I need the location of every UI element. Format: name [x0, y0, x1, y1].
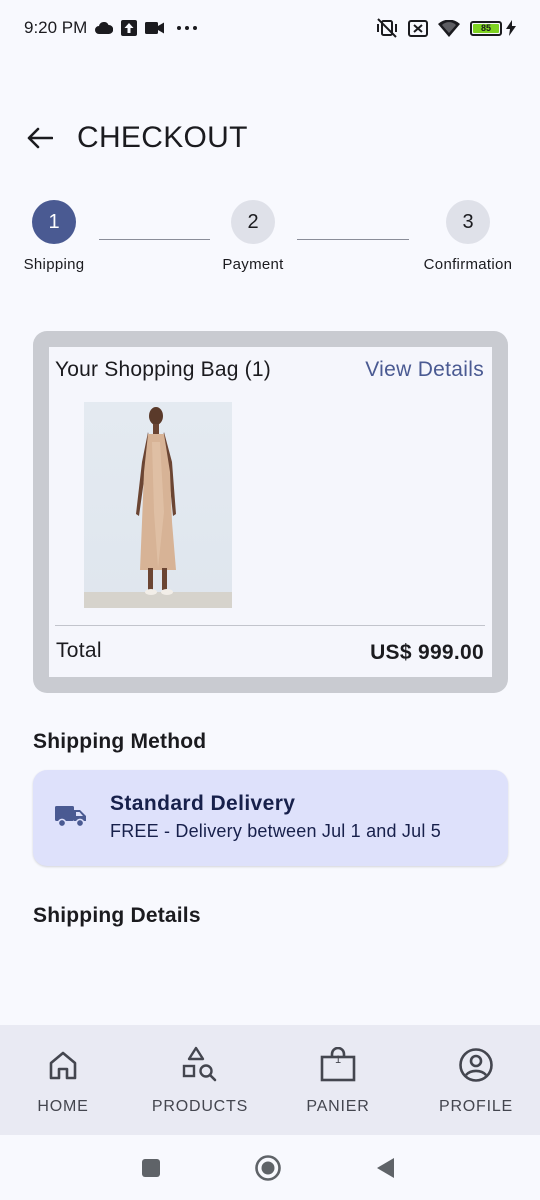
- view-details-link[interactable]: View Details: [365, 358, 484, 382]
- charging-icon: [506, 20, 516, 36]
- recents-button[interactable]: [136, 1153, 166, 1183]
- step-confirmation[interactable]: 3 Confirmation: [418, 200, 518, 273]
- shopping-bag-card: Your Shopping Bag (1) View Details Total…: [33, 331, 508, 693]
- nav-label: HOME: [37, 1098, 89, 1115]
- cart-badge: 1: [334, 1054, 342, 1066]
- step-number: 2: [231, 200, 275, 244]
- back-button-system[interactable]: [370, 1153, 400, 1183]
- status-time: 9:20 PM: [24, 18, 88, 37]
- status-bar: 9:20 PM 85: [0, 0, 540, 56]
- home-circle-icon: [255, 1155, 281, 1181]
- vibrate-off-icon: [377, 18, 397, 38]
- no-sim-icon: [408, 19, 428, 37]
- recents-square-icon: [142, 1159, 160, 1177]
- step-payment[interactable]: 2 Payment: [213, 200, 293, 273]
- step-number: 3: [446, 200, 490, 244]
- status-bar-left: 9:20 PM: [24, 18, 198, 38]
- nav-label: PRODUCTS: [151, 1098, 249, 1115]
- bottom-navigation: HOME PRODUCTS 1 PANIER PROFILE: [0, 1025, 540, 1135]
- step-shipping[interactable]: 1 Shipping: [20, 200, 88, 273]
- step-label: Payment: [222, 256, 284, 273]
- delivery-option-title: Standard Delivery: [110, 792, 296, 815]
- upload-icon: [121, 20, 138, 36]
- nav-panier[interactable]: 1 PANIER: [298, 1025, 378, 1135]
- status-bar-right: 85: [376, 18, 516, 38]
- app-header: CHECKOUT: [0, 108, 540, 168]
- standard-delivery-option[interactable]: Standard Delivery FREE - Delivery betwee…: [33, 770, 508, 866]
- total-label: Total: [56, 639, 102, 662]
- video-icon: [145, 22, 165, 34]
- step-label: Confirmation: [423, 256, 513, 273]
- checkout-stepper: 1 Shipping 2 Payment 3 Confirmation: [0, 200, 540, 280]
- shipping-details-title: Shipping Details: [33, 904, 201, 927]
- arrow-back-icon: [27, 127, 53, 149]
- wifi-icon: [438, 19, 460, 37]
- battery-level: 85: [473, 23, 499, 33]
- nav-label: PROFILE: [438, 1098, 514, 1115]
- bag-title: Your Shopping Bag (1): [55, 358, 271, 381]
- step-connector: [297, 239, 409, 240]
- nav-profile[interactable]: PROFILE: [436, 1025, 516, 1135]
- more-dots-icon: [177, 26, 198, 30]
- nav-home[interactable]: HOME: [23, 1025, 103, 1135]
- back-triangle-icon: [377, 1158, 394, 1178]
- shipping-method-title: Shipping Method: [33, 730, 207, 753]
- battery-icon: 85: [470, 20, 502, 36]
- total-value: US$ 999.00: [370, 641, 484, 664]
- account-circle-icon: [459, 1048, 493, 1082]
- delivery-option-subtitle: FREE - Delivery between Jul 1 and Jul 5: [110, 821, 441, 841]
- dress-product-image[interactable]: [84, 402, 232, 608]
- nav-products[interactable]: PRODUCTS: [150, 1025, 250, 1135]
- shapes-search-icon: [182, 1046, 217, 1082]
- home-button[interactable]: [253, 1153, 283, 1183]
- cloud-icon: [95, 22, 114, 34]
- step-label: Shipping: [23, 256, 85, 273]
- home-icon: [49, 1051, 77, 1080]
- step-connector: [99, 239, 210, 240]
- truck-icon: [55, 806, 86, 828]
- shopping-bag-content: Your Shopping Bag (1) View Details Total…: [49, 347, 492, 677]
- system-navigation-bar: [0, 1135, 540, 1200]
- back-button[interactable]: [22, 120, 58, 156]
- page-title: CHECKOUT: [77, 121, 248, 154]
- divider: [55, 625, 485, 626]
- nav-label: PANIER: [306, 1098, 370, 1115]
- step-number: 1: [32, 200, 76, 244]
